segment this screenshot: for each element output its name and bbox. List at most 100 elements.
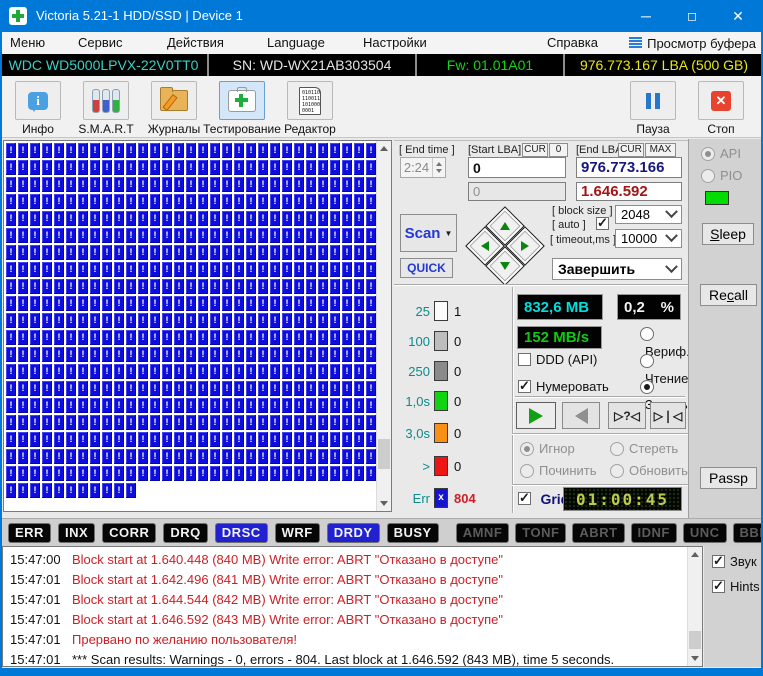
end-lba-max-button[interactable]: MAX [645,143,676,157]
passp-button[interactable]: Passp [700,467,757,489]
scan-block: ! [186,381,196,396]
scroll-down-icon[interactable] [688,651,702,666]
scan-block: ! [42,279,52,294]
scan-block: ! [78,449,88,464]
led-unc: UNC [683,523,727,543]
play-forward-button[interactable] [516,402,556,429]
menu-item-settings[interactable]: Настройки [363,32,427,54]
scan-block: ! [282,228,292,243]
close-button[interactable]: ✕ [715,0,761,32]
scan-block: ! [198,296,208,311]
scan-block: ! [186,313,196,328]
after-action-combo[interactable]: Завершить [552,258,682,280]
scan-block: ! [6,432,16,447]
toolbar-button-editor[interactable]: 0101101100111010000001 Редактор [280,81,340,136]
back-triangle-icon [575,408,588,424]
scan-block: ! [54,228,64,243]
minimize-button[interactable]: ─ [623,0,669,32]
scroll-up-icon[interactable] [688,547,702,562]
chevron-down-icon [665,205,678,218]
hints-checkbox[interactable]: Hints [712,579,760,594]
sound-checkbox[interactable]: Звук [712,554,757,569]
toolbar-button-stop[interactable]: Стоп [691,81,751,136]
grid-scrollbar-thumb[interactable] [378,439,390,469]
scan-block: ! [174,228,184,243]
grid-scrollbar[interactable] [376,141,391,511]
scan-block: ! [246,364,256,379]
menu-item-menu[interactable]: Меню [10,32,45,54]
recall-button[interactable]: Recall [700,284,757,306]
start-lba-zero-button[interactable]: 0 [549,143,568,157]
stop-x-icon [711,91,731,111]
menu-item-actions[interactable]: Действия [167,32,224,54]
maximize-button[interactable]: ◻ [669,0,715,32]
menu-item-language[interactable]: Language [267,32,325,54]
scan-block: ! [198,279,208,294]
scan-block: ! [270,228,280,243]
scan-block: ! [306,143,316,158]
scan-block: ! [366,313,376,328]
scan-block: ! [294,313,304,328]
toolbar-button-info[interactable]: Инфо [8,81,68,136]
scan-block: ! [102,313,112,328]
start-lba-cur-button[interactable]: CUR [522,143,548,157]
ddd-api-checkbox[interactable]: DDD (API) [518,351,597,369]
scroll-down-icon[interactable] [377,496,391,511]
scan-block: ! [174,313,184,328]
auto-checkbox[interactable] [596,217,609,230]
menu-item-service[interactable]: Сервис [78,32,123,54]
scan-block: ! [102,466,112,481]
seek-question-button[interactable]: ▷?◁ [608,402,646,429]
log-scrollbar-thumb[interactable] [689,631,701,649]
scan-block: ! [138,143,148,158]
scan-block: ! [174,296,184,311]
scan-block: ! [174,160,184,175]
folder-pencil-icon [160,90,188,111]
scan-block: ! [18,483,28,498]
quick-button[interactable]: QUICK [400,258,453,278]
block-size-combo[interactable]: 2048 [615,205,682,224]
scan-block: ! [186,194,196,209]
grid-checkbox[interactable]: Grid [518,490,569,508]
log-scrollbar[interactable] [687,547,702,666]
scan-block: ! [318,449,328,464]
step-back-button[interactable] [562,402,600,429]
scan-block: ! [54,177,64,192]
seek-end-button[interactable]: ▷❘◁ [650,402,686,429]
buffer-view-button[interactable]: Просмотр буфера [629,32,756,54]
log-panel[interactable]: 15:47:00Block start at 1.640.448 (840 MB… [2,546,703,667]
scan-block: ! [18,296,28,311]
scan-block: ! [294,211,304,226]
scroll-up-icon[interactable] [377,141,391,156]
device-serial: SN: WD-WX21AB303504 [207,54,415,76]
scan-block: ! [306,245,316,260]
scan-block: ! [330,313,340,328]
toolbar-button-testing[interactable]: Тестирование [212,81,272,136]
defect-radio-erase: Стереть [610,440,678,458]
end-lba-input[interactable]: 976.773.166 [576,157,682,178]
sleep-button[interactable]: Sleep [702,223,754,245]
scan-block: ! [246,296,256,311]
toolbar-button-pause[interactable]: Пауза [623,81,683,136]
scan-block: ! [318,194,328,209]
scan-block: ! [258,245,268,260]
scan-block: ! [6,211,16,226]
toolbar-button-journals[interactable]: Журналы [144,81,204,136]
scan-block: ! [162,364,172,379]
spinner-arrows-icon[interactable] [432,158,445,177]
scan-block: ! [126,432,136,447]
scan-block: ! [222,279,232,294]
start-lba-input[interactable]: 0 [468,157,566,178]
timeout-combo[interactable]: 10000 [615,229,682,248]
scan-block: ! [126,143,136,158]
menu-item-help[interactable]: Справка [547,32,598,54]
scan-block: ! [78,262,88,277]
numerate-checkbox[interactable]: Нумеровать [518,378,609,396]
scan-button[interactable]: Scan ▼ [400,214,457,252]
scan-block: ! [342,279,352,294]
toolbar-button-smart[interactable]: S.M.A.R.T [76,81,136,136]
scan-block: ! [186,415,196,430]
end-time-spinner[interactable]: 2:24 [400,157,446,178]
end-lba-cur-button[interactable]: CUR [618,143,644,157]
scan-block: ! [258,211,268,226]
